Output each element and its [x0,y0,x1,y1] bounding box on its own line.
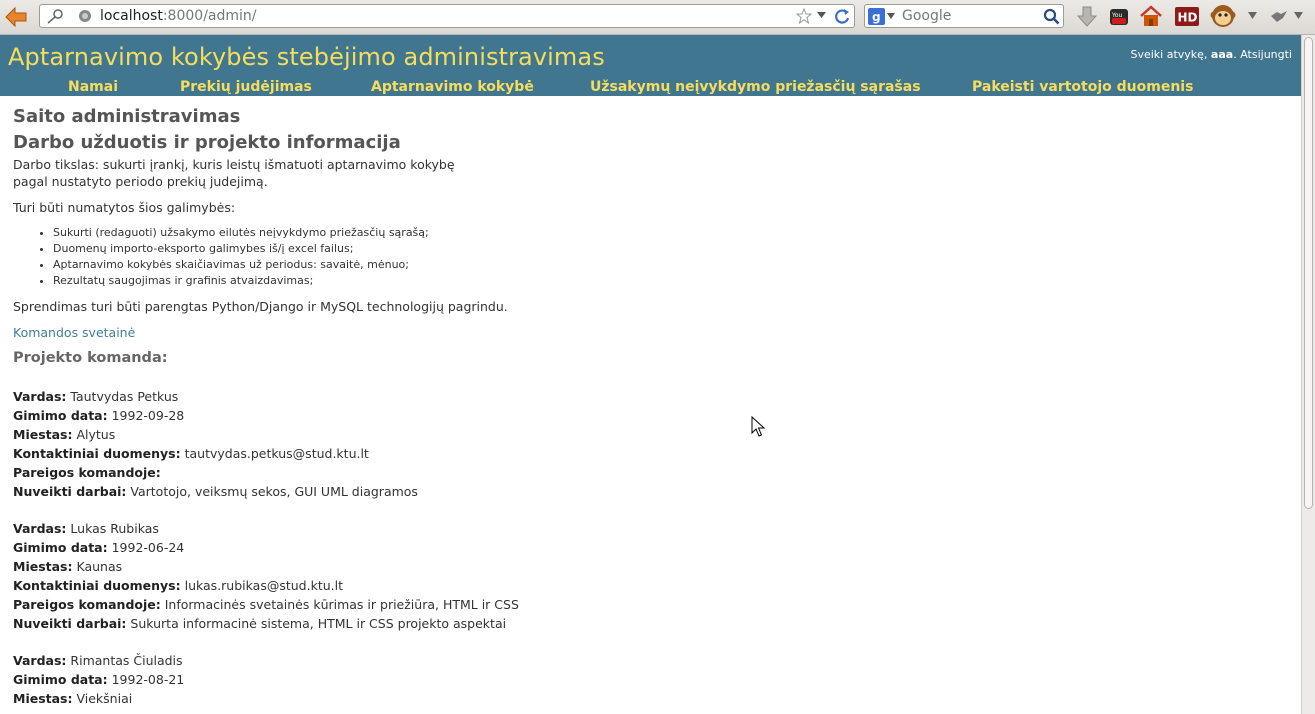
member-contact: tautvydas.petkus@stud.ktu.lt [184,446,369,461]
logout-link[interactable]: Atsijungti [1240,48,1292,61]
member-duties: Informacinės svetainės kūrimas ir prieži… [164,597,519,612]
nav-unfulfilled-reasons[interactable]: Užsakymų neįvykdymo priežasčių sąrašas [590,79,921,95]
name-label: Vardas: [13,521,67,536]
city-label: Miestas: [13,691,73,706]
intro-text: Darbo tikslas: sukurti įrankį, kuris lei… [13,157,455,189]
birth-label: Gimimo data: [13,408,108,423]
features-list: Sukurti (redaguoti) užsakymo eilutės neį… [13,225,713,289]
svg-text:You: You [1111,12,1123,19]
birth-label: Gimimo data: [13,672,108,687]
duties-label: Pareigos komandoje: [13,597,161,612]
vertical-scrollbar[interactable] [1301,35,1315,714]
page-title: Saito administravimas [13,106,241,127]
bookmark-star-icon[interactable] [796,8,812,24]
menu-dropdown-icon[interactable] [1294,12,1303,19]
member-name: Lukas Rubikas [70,521,159,536]
member-city: Alytus [76,427,116,442]
name-label: Vardas: [13,653,67,668]
key-icon [46,8,64,24]
member-birth: 1992-09-28 [111,408,185,423]
main-content: Saito administravimas Darbo užduotis ir … [13,106,713,708]
team-website-link[interactable]: Komandos svetainė [13,325,135,340]
username: aaa [1210,48,1234,61]
member-birth: 1992-06-24 [111,540,185,555]
team-member: Vardas: Lukas Rubikas Gimimo data: 1992-… [13,519,713,633]
home-icon[interactable] [1139,4,1163,28]
list-item: Duomenų importo-eksporto galimybes iš/į … [53,241,713,257]
search-engine-dropdown-icon[interactable] [887,13,895,19]
user-tools: Sveiki atvykę, aaa. Atsijungti [1130,48,1292,61]
search-icon[interactable] [1043,8,1060,25]
member-done: Vartotojo, veiksmų sekos, GUI UML diagra… [130,484,418,499]
search-placeholder: Google [902,8,952,24]
member-name: Tautvydas Petkus [70,389,179,404]
url-text[interactable]: localhost:8000/admin/ [100,8,257,24]
url-path: :8000/admin/ [162,8,257,24]
scrollbar-thumb[interactable] [1304,37,1313,509]
reload-icon[interactable] [833,7,851,25]
team-title: Projekto komanda: [13,350,168,366]
member-contact: lukas.rubikas@stud.ktu.lt [184,578,343,593]
puzzle-icon[interactable] [1268,7,1290,27]
nav-change-user-data[interactable]: Pakeisti vartotojo duomenis [972,79,1193,95]
member-done: Sukurta informacinė sistema, HTML ir CSS… [130,616,507,631]
google-icon[interactable]: g [868,8,885,25]
nav-product-movement[interactable]: Prekių judėjimas [180,79,312,95]
list-item: Sukurti (redaguoti) užsakymo eilutės neį… [53,225,713,241]
city-label: Miestas: [13,559,73,574]
welcome-text: Sveiki atvykę, [1130,48,1208,61]
mouse-cursor-icon [751,415,766,442]
browser-toolbar: localhost:8000/admin/ g Google You HD [0,0,1315,35]
url-host: localhost [100,8,163,24]
nav-home[interactable]: Namai [68,79,118,95]
team-member: Vardas: Rimantas Čiuladis Gimimo data: 1… [13,651,713,708]
features-intro: Turi būti numatytos šios galimybės: [13,200,236,215]
list-item: Aptarnavimo kokybės skaičiavimas už peri… [53,257,713,273]
download-arrow-icon[interactable] [1076,5,1098,29]
main-nav: Namai Prekių judėjimas Aptarnavimo kokyb… [0,79,1301,96]
dropdown-arrow-icon[interactable] [817,11,826,19]
city-label: Miestas: [13,427,73,442]
name-label: Vardas: [13,389,67,404]
back-arrow-icon[interactable] [4,5,28,29]
member-name: Rimantas Čiuladis [70,653,183,668]
site-title: Aptarnavimo kokybės stebėjimo administra… [8,43,605,71]
done-label: Nuveikti darbai: [13,616,127,631]
extension-dropdown-icon[interactable] [1248,12,1257,19]
site-header: Aptarnavimo kokybės stebėjimo administra… [0,35,1301,96]
member-birth: 1992-08-21 [111,672,185,687]
member-city: Kaunas [76,559,123,574]
hd-icon[interactable]: HD [1175,6,1199,26]
birth-label: Gimimo data: [13,540,108,555]
youtube-icon[interactable]: You [1108,6,1130,28]
monkey-extension-icon[interactable] [1210,3,1236,29]
contact-label: Kontaktiniai duomenys: [13,446,181,461]
team-member: Vardas: Tautvydas Petkus Gimimo data: 19… [13,387,713,501]
address-bar[interactable]: localhost:8000/admin/ [39,4,855,28]
nav-service-quality[interactable]: Aptarnavimo kokybė [371,79,534,95]
duties-label: Pareigos komandoje: [13,465,161,480]
solution-text: Sprendimas turi būti parengtas Python/Dj… [13,299,508,314]
search-bar[interactable]: g Google [864,4,1064,28]
done-label: Nuveikti darbai: [13,484,127,499]
section-title: Darbo užduotis ir projekto informacija [13,132,401,153]
globe-icon [78,9,92,23]
member-city: Viekšniai [76,691,133,706]
hd-label: HD [1178,10,1198,24]
contact-label: Kontaktiniai duomenys: [13,578,181,593]
svg-text:g: g [872,10,881,24]
list-item: Rezultatų saugojimas ir grafinis atvaizd… [53,273,713,289]
